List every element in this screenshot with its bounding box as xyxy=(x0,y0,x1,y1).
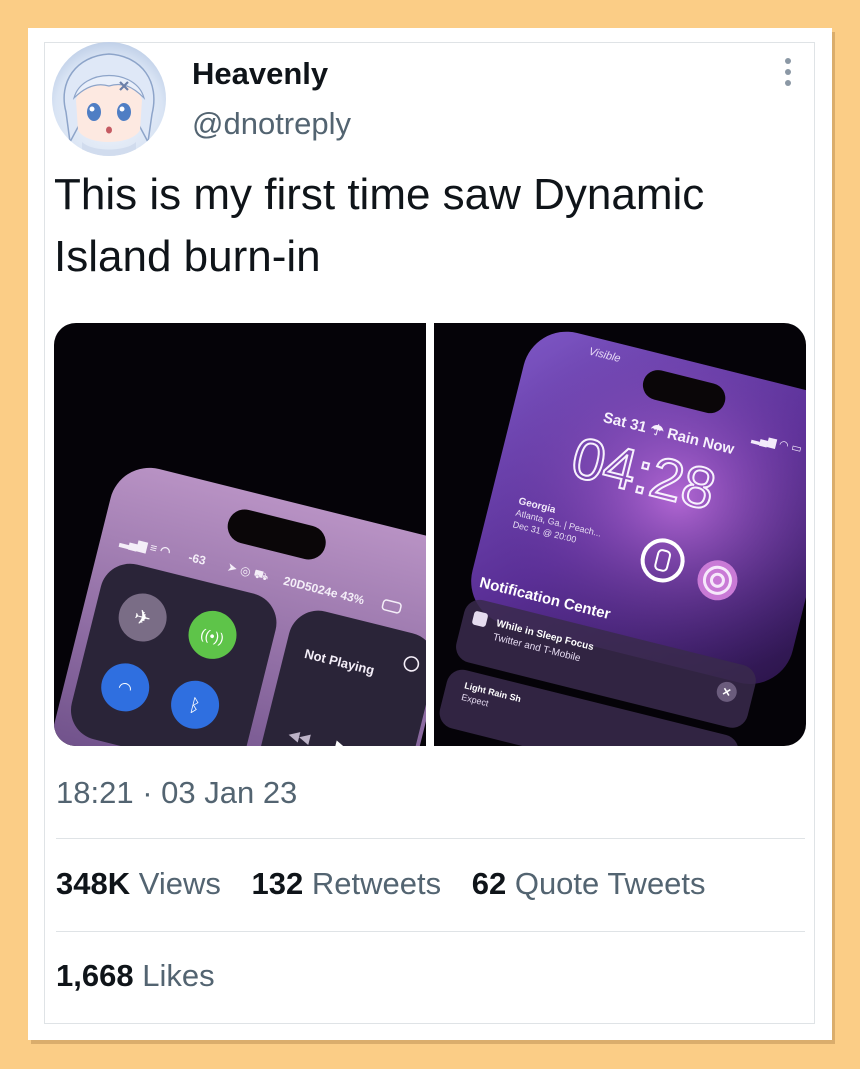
divider xyxy=(56,838,805,839)
tweet-timestamp[interactable]: 18:21 · 03 Jan 23 xyxy=(56,775,297,811)
views-count: 348K xyxy=(56,866,131,901)
retweets-stat[interactable]: 132 Retweets xyxy=(252,866,442,901)
views-label: Views xyxy=(138,866,221,901)
more-options-icon[interactable] xyxy=(778,58,798,92)
tweet-photo-right[interactable]: Visible ▂▄▆ ◠ ▭ Sat 31 ☂ Rain Now 04:28 … xyxy=(434,323,806,746)
likes-label: Likes xyxy=(142,958,215,993)
avatar[interactable] xyxy=(52,42,166,156)
retweets-count: 132 xyxy=(251,866,304,901)
divider xyxy=(56,931,805,932)
quotes-count: 62 xyxy=(471,866,507,901)
tweet-photo-left[interactable]: ▂▄▆ ≡ ◠ -63 ➤ ◎ ⛟ 20D5024e 43% ✈ ((•)) ◠… xyxy=(54,323,426,746)
anime-avatar-illustration xyxy=(63,53,155,156)
likes-stat[interactable]: 1,668 Likes xyxy=(56,958,215,994)
tweet-text: This is my first time saw Dynamic Island… xyxy=(54,170,705,281)
quotes-label: Quote Tweets xyxy=(514,866,706,901)
tweet-stats: 348K Views 132 Retweets 62 Quote Tweets xyxy=(56,866,728,902)
author-name[interactable]: Heavenly xyxy=(192,56,328,92)
retweets-label: Retweets xyxy=(311,866,442,901)
views-stat[interactable]: 348K Views xyxy=(56,866,221,901)
likes-count: 1,668 xyxy=(56,958,134,993)
author-handle[interactable]: @dnotreply xyxy=(192,106,351,142)
quote-tweets-stat[interactable]: 62 Quote Tweets xyxy=(472,866,706,901)
